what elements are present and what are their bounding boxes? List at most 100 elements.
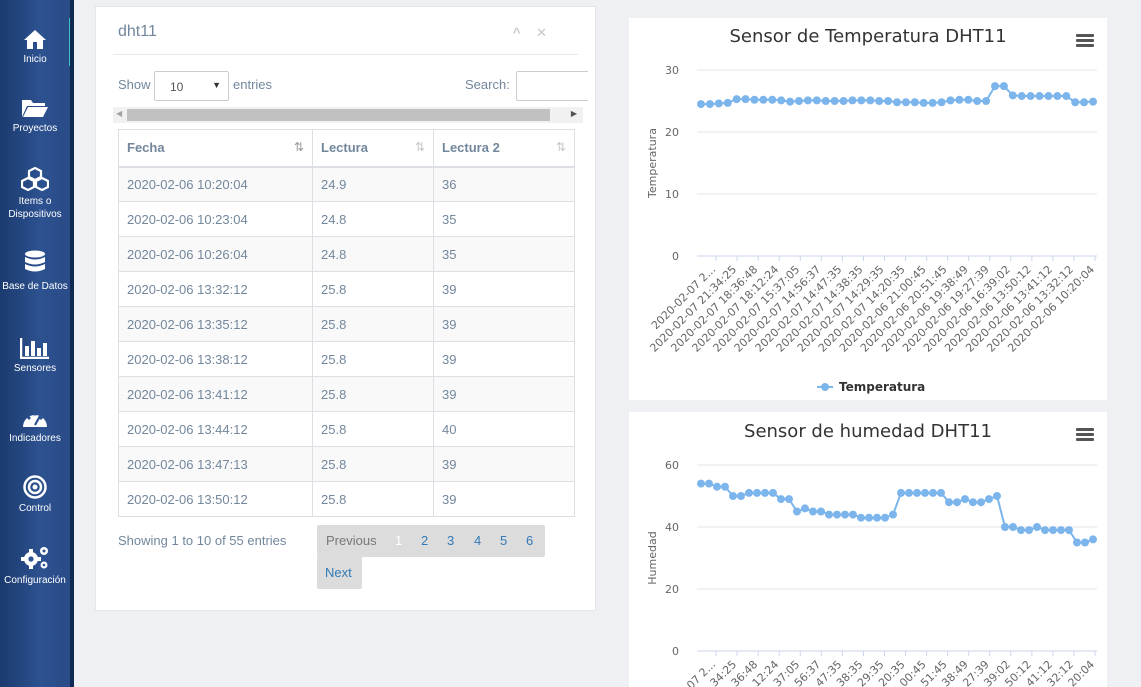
table-row: 2020-02-06 13:32:12 25.8 39 — [118, 271, 575, 307]
data-point — [945, 498, 953, 507]
y-axis-label: Humedad — [646, 531, 659, 584]
humidity-chart: Sensor de humedad DHT11 0 20 40 60 Humedad 07… — [629, 412, 1107, 687]
data-point — [964, 95, 973, 104]
horizontal-scrollbar[interactable]: ◀ ▶ — [113, 107, 583, 123]
table-row: 2020-02-06 13:50:12 25.8 39 — [118, 481, 575, 517]
data-table: Fecha ⇅ Lectura ⇅ Lectura 2 ⇅ 2020-02-06 10… — [118, 129, 575, 517]
table-cell: 39 — [433, 341, 575, 377]
data-point — [946, 96, 955, 105]
data-point — [801, 504, 809, 513]
page-5-button[interactable]: 5 — [500, 533, 507, 548]
page-4-button[interactable]: 4 — [474, 533, 481, 548]
y-tick-label: 10 — [665, 188, 679, 201]
data-point — [705, 100, 714, 109]
entries-select[interactable]: 10 ▼ — [154, 71, 229, 101]
sidebar-item-indicadores[interactable]: Indicadores — [0, 407, 70, 444]
table-cell: 25.8 — [312, 446, 434, 482]
sidebar-item-dispositivos[interactable]: Items o Dispositivos — [0, 167, 70, 221]
sidebar-item-sensores[interactable]: Sensores — [0, 337, 70, 374]
column-header-label: Fecha — [127, 140, 165, 156]
humidity-chart-svg: 0204060Humedad07 2...34:2536:4812:2437:0… — [646, 459, 1097, 687]
scroll-left-icon[interactable]: ◀ — [116, 109, 122, 118]
data-point — [1089, 535, 1097, 544]
show-label: Show — [118, 77, 151, 92]
table-cell: 2020-02-06 13:35:12 — [118, 306, 313, 342]
data-point — [795, 97, 803, 105]
column-header-fecha[interactable]: Fecha ⇅ — [118, 129, 313, 167]
sidebar-item-inicio[interactable]: Inicio — [0, 28, 70, 65]
page-6-button[interactable]: 6 — [526, 533, 533, 548]
data-point — [839, 97, 848, 105]
search-label: Search: — [465, 77, 510, 92]
table-row: 2020-02-06 13:44:12 25.8 40 — [118, 411, 575, 447]
data-point — [1035, 92, 1044, 101]
data-point — [993, 492, 1001, 500]
data-point — [729, 492, 737, 500]
data-point — [865, 513, 873, 522]
data-point — [969, 498, 977, 507]
data-point — [825, 510, 833, 519]
page-2-button[interactable]: 2 — [421, 533, 428, 548]
legend-marker — [821, 383, 829, 391]
data-point — [830, 97, 839, 105]
table-cell: 2020-02-06 10:20:04 — [118, 165, 313, 202]
table-cell: 25.8 — [312, 411, 434, 447]
data-point — [817, 507, 825, 516]
table-cell: 24.8 — [312, 236, 434, 272]
data-point — [1073, 538, 1081, 547]
table-cell: 25.8 — [312, 376, 434, 412]
data-point — [741, 95, 750, 104]
y-tick-label: 0 — [672, 250, 679, 263]
table-row: 2020-02-06 13:41:12 25.8 39 — [118, 376, 575, 412]
data-point — [1065, 526, 1073, 535]
column-header-lectura-2[interactable]: Lectura 2 ⇅ — [433, 129, 575, 167]
table-cell: 2020-02-06 13:32:12 — [118, 271, 313, 307]
data-point — [977, 498, 985, 507]
collapse-icon[interactable]: ^ — [513, 25, 521, 40]
y-tick-label: 60 — [665, 459, 679, 472]
data-point — [1009, 523, 1017, 531]
data-point — [1057, 526, 1065, 535]
table-cell: 39 — [433, 481, 575, 517]
sidebar-edge — [70, 0, 74, 687]
data-point — [1049, 526, 1057, 535]
sidebar-item-base-datos[interactable]: Base de Datos — [0, 250, 70, 293]
next-button[interactable]: Next — [317, 557, 362, 589]
data-point — [881, 513, 889, 522]
table-row: 2020-02-06 13:47:13 25.8 39 — [118, 446, 575, 482]
scroll-right-icon[interactable]: ▶ — [571, 109, 577, 118]
close-icon[interactable]: ✕ — [536, 25, 547, 40]
sidebar-item-label: Configuración — [4, 575, 66, 586]
sidebar-item-control[interactable]: Control — [0, 475, 70, 514]
scrollbar-thumb[interactable] — [127, 109, 550, 121]
sidebar-item-proyectos[interactable]: Proyectos — [0, 97, 70, 134]
sidebar-item-configuracion[interactable]: Configuración — [0, 545, 70, 586]
data-point — [884, 97, 893, 105]
dht11-panel: dht11 ^ ✕ Show 10 ▼ entries Search: ◀ ▶ … — [95, 6, 596, 611]
data-point — [697, 100, 705, 109]
y-axis-label: Temperatura — [646, 128, 659, 199]
table-cell: 25.8 — [312, 481, 434, 517]
table-row: 2020-02-06 10:26:04 24.8 35 — [118, 236, 575, 272]
search-input[interactable] — [516, 71, 588, 101]
table-row: 2020-02-06 10:23:04 24.8 35 — [118, 201, 575, 237]
data-point — [769, 488, 777, 497]
database-icon — [25, 250, 45, 272]
page-1-button[interactable]: 1 — [395, 533, 402, 548]
data-point — [786, 97, 795, 106]
data-point — [905, 488, 913, 497]
table-info: Showing 1 to 10 of 55 entries — [118, 533, 287, 548]
data-point — [910, 98, 919, 107]
sidebar-item-label: Inicio — [23, 54, 47, 65]
previous-button[interactable]: Previous — [326, 533, 377, 548]
data-point — [761, 488, 769, 497]
column-header-lectura[interactable]: Lectura ⇅ — [312, 129, 434, 167]
data-point — [866, 96, 875, 105]
gauge-icon — [23, 412, 47, 427]
data-point — [1080, 98, 1089, 107]
panel-divider — [113, 54, 578, 55]
data-point — [1041, 526, 1049, 535]
data-point — [833, 510, 841, 519]
data-point — [714, 99, 723, 108]
page-3-button[interactable]: 3 — [447, 533, 454, 548]
